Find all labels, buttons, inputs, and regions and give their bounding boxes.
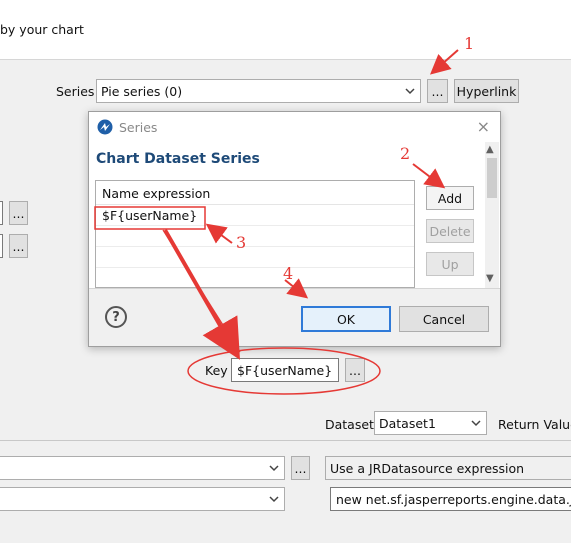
annotation-number-4: 4 (283, 264, 294, 283)
annotation-arrow-key (163, 229, 240, 360)
annotation-arrow-3 (205, 223, 233, 244)
highlight-ellipse (187, 347, 381, 395)
annotation-arrow-key-edge (162, 229, 241, 353)
annotation-number-2: 2 (400, 144, 411, 163)
annotation-arrow-2 (412, 163, 446, 189)
annotation-number-1: 1 (464, 34, 475, 53)
annotation-number-3: 3 (236, 233, 247, 252)
highlight-box (94, 206, 206, 230)
annotation-arrow-1 (429, 49, 459, 75)
